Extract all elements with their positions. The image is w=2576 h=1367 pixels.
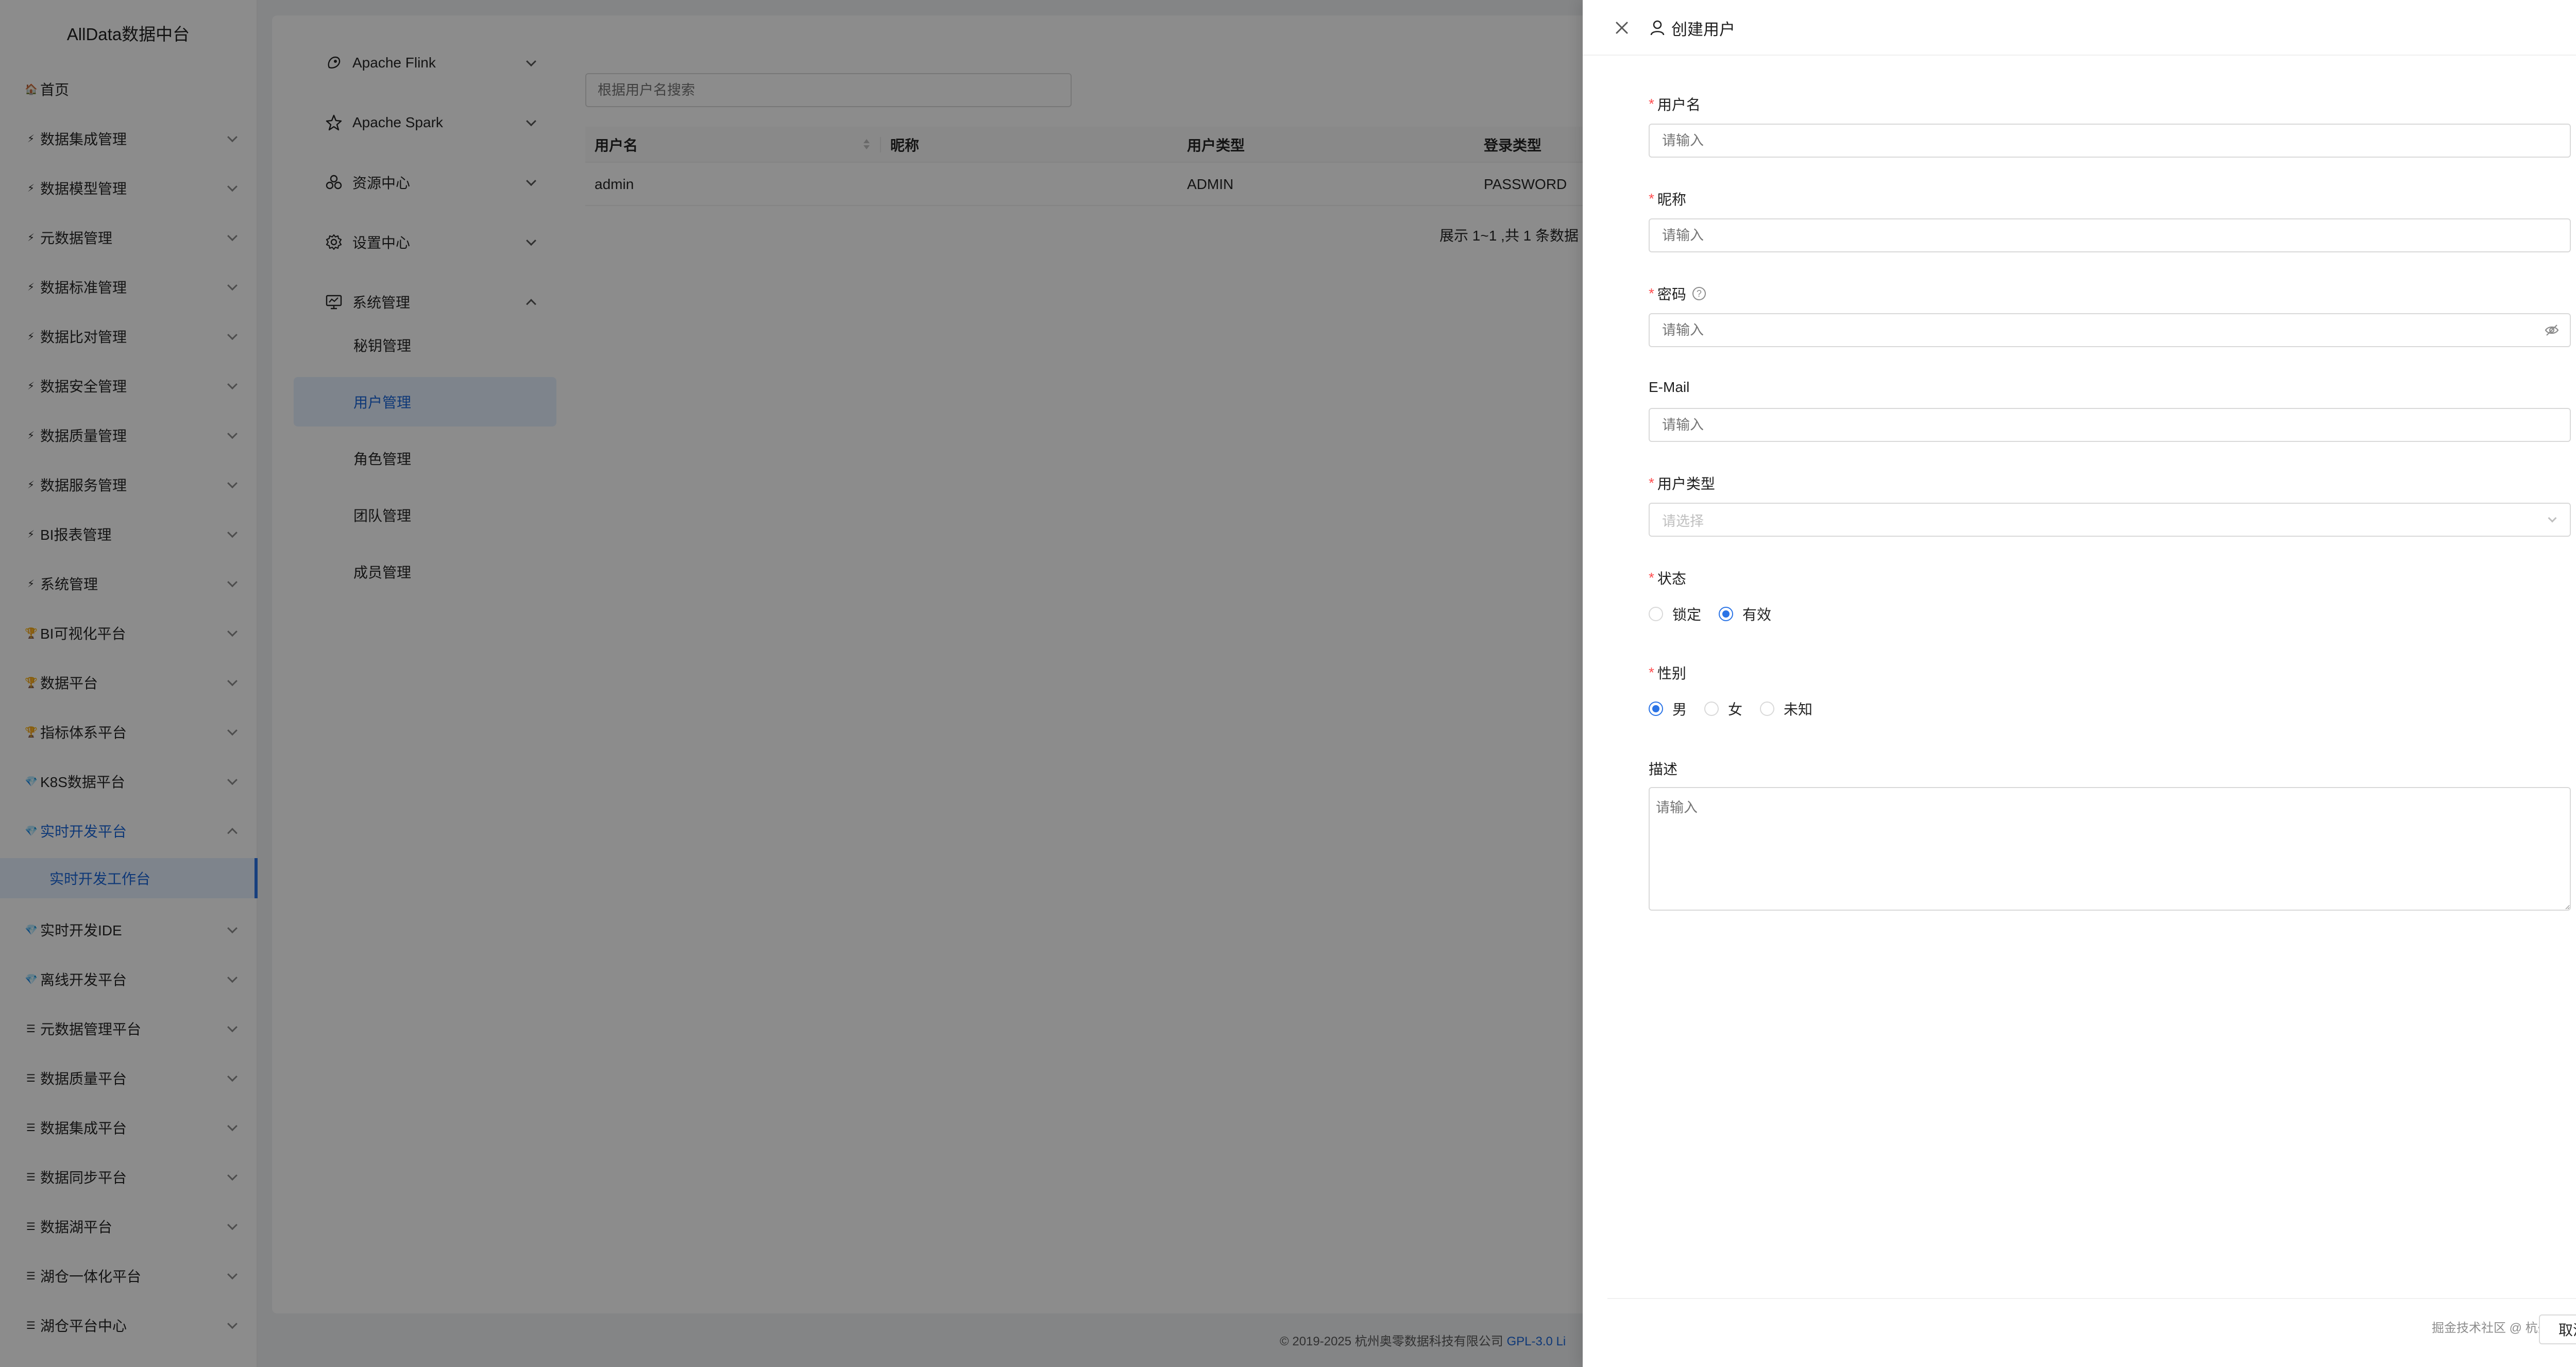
- chevron-down-icon: [2548, 514, 2557, 523]
- cancel-button[interactable]: 取消: [2539, 1314, 2576, 1344]
- password-label: * 密码 ?: [1649, 283, 1706, 304]
- nickname-label: * 昵称: [1649, 189, 1686, 209]
- required-mark: *: [1649, 191, 1654, 207]
- gender-radio-unknown[interactable]: 未知: [1760, 698, 1812, 719]
- required-mark: *: [1649, 96, 1654, 112]
- radio-dot[interactable]: [1760, 702, 1775, 716]
- user-icon: [1650, 20, 1665, 36]
- radio-label: 未知: [1784, 702, 1813, 717]
- description-label-text: 描述: [1649, 761, 1678, 777]
- email-label-text: E-Mail: [1649, 379, 1690, 395]
- gender-label-text: 性别: [1657, 665, 1686, 681]
- status-radio-group: 锁定 有效: [1649, 603, 1789, 625]
- required-mark: *: [1649, 570, 1654, 586]
- email-label: E-Mail: [1649, 379, 1689, 396]
- description-label: 描述: [1649, 758, 1677, 779]
- radio-label: 有效: [1742, 607, 1772, 623]
- password-input[interactable]: [1649, 313, 2571, 347]
- radio-dot-checked[interactable]: [1719, 607, 1734, 621]
- radio-label: 锁定: [1672, 607, 1702, 623]
- status-radio-active[interactable]: 有效: [1719, 604, 1771, 624]
- username-label-text: 用户名: [1657, 97, 1701, 113]
- gender-label: * 性别: [1649, 662, 1686, 683]
- status-label-text: 状态: [1657, 571, 1686, 587]
- status-label: * 状态: [1649, 568, 1686, 588]
- radio-dot-checked[interactable]: [1649, 702, 1663, 716]
- eye-invisible-icon[interactable]: [2544, 322, 2560, 338]
- create-user-drawer: 创建用户 * 用户名 * 昵称 * 密码 ?: [1583, 0, 2576, 1367]
- nickname-input[interactable]: [1649, 218, 2571, 252]
- status-radio-locked[interactable]: 锁定: [1649, 604, 1701, 624]
- user-type-label: * 用户类型: [1649, 473, 1715, 493]
- radio-dot[interactable]: [1649, 607, 1663, 621]
- app-root: AllData数据中台 🏠 首页 ⚡ 数据集成管理 ⚡ 数据模型管理 ⚡ 元数据管理 ⚡ 数据标准…: [0, 0, 2576, 1367]
- gender-radio-male[interactable]: 男: [1649, 698, 1687, 719]
- required-mark: *: [1649, 664, 1654, 680]
- email-input[interactable]: [1649, 408, 2571, 442]
- drawer-header: 创建用户: [1583, 0, 2576, 56]
- password-label-text: 密码: [1657, 286, 1686, 302]
- drawer-mask[interactable]: [0, 0, 1583, 1367]
- user-type-placeholder: 请选择: [1662, 513, 1704, 529]
- radio-label: 女: [1728, 702, 1743, 717]
- drawer-title-text: 创建用户: [1671, 20, 1735, 39]
- user-type-select[interactable]: 请选择: [1649, 503, 2571, 537]
- nickname-label-text: 昵称: [1657, 192, 1686, 208]
- drawer-footer: 掘金技术社区 @ 杭州奥零数据科技 取消 提 交: [1607, 1298, 2576, 1367]
- close-icon[interactable]: [1612, 18, 1632, 38]
- gender-radio-female[interactable]: 女: [1704, 698, 1742, 719]
- user-type-label-text: 用户类型: [1657, 476, 1715, 492]
- username-input[interactable]: [1649, 124, 2571, 158]
- username-label: * 用户名: [1649, 94, 1701, 114]
- required-mark: *: [1649, 475, 1654, 491]
- required-mark: *: [1649, 285, 1654, 301]
- drawer-title: 创建用户: [1650, 16, 1735, 39]
- radio-dot[interactable]: [1704, 702, 1719, 716]
- description-textarea[interactable]: [1649, 787, 2571, 911]
- radio-label: 男: [1672, 702, 1687, 717]
- gender-radio-group: 男 女 未知: [1649, 697, 1830, 720]
- password-field: [1649, 313, 2571, 347]
- help-icon[interactable]: ?: [1692, 287, 1706, 300]
